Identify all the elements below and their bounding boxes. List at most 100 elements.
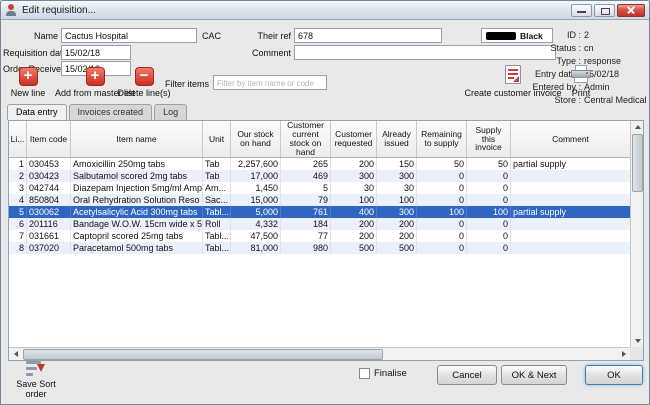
cell: 980 — [281, 242, 331, 254]
cell: Paracetamol 500mg tabs — [71, 242, 203, 254]
close-button[interactable] — [617, 4, 645, 17]
table-header-row: Li...Item codeItem nameUnitOur stock on … — [9, 121, 630, 158]
column-header-item-name[interactable]: Item name — [71, 121, 203, 157]
requisition-date-label: Requisition date — [3, 48, 58, 58]
cancel-button[interactable]: Cancel — [437, 365, 497, 385]
new-line-label: New line — [5, 88, 51, 98]
cell: 200 — [377, 218, 417, 230]
vertical-scroll-thumb[interactable] — [632, 134, 643, 192]
print-button[interactable]: Print — [561, 65, 601, 98]
column-header-already-issued[interactable]: Already issued — [377, 121, 417, 157]
table-row[interactable]: 7031661Captopril scored 25mg tabsTabl...… — [9, 230, 630, 242]
cell: 200 — [331, 158, 377, 170]
cell: 031661 — [27, 230, 71, 242]
cell: Acetylsalicylic Acid 300mg tabs — [71, 206, 203, 218]
their-ref-label: Their ref — [236, 31, 291, 41]
scroll-right-arrow[interactable] — [617, 348, 630, 360]
ok-next-button[interactable]: OK & Next — [501, 365, 567, 385]
cell: 037020 — [27, 242, 71, 254]
filter-items-input[interactable] — [213, 75, 327, 90]
table-row[interactable]: 5030062Acetylsalicylic Acid 300mg tabsTa… — [9, 206, 630, 218]
tab-log[interactable]: Log — [154, 104, 187, 120]
table-row[interactable]: 1030453Amoxicillin 250mg tabsTab2,257,60… — [9, 158, 630, 170]
column-header-comment[interactable]: Comment — [511, 121, 630, 157]
requisition-date-input[interactable] — [61, 45, 131, 60]
cell — [511, 242, 630, 254]
cell: 1 — [9, 158, 27, 170]
column-header-li[interactable]: Li... — [9, 121, 27, 157]
title-bar[interactable]: Edit requisition... — [1, 1, 649, 20]
sort-icon — [26, 361, 46, 377]
cell: 8 — [9, 242, 27, 254]
table-row[interactable]: 8037020Paracetamol 500mg tabsTabl...81,0… — [9, 242, 630, 254]
create-customer-invoice-label: Create customer invoice — [461, 88, 565, 98]
tab-data-entry[interactable]: Data entry — [7, 104, 67, 120]
cell: 5,000 — [231, 206, 281, 218]
create-customer-invoice-button[interactable]: Create customer invoice — [461, 65, 565, 98]
scroll-up-arrow[interactable] — [631, 121, 644, 133]
cell: partial supply — [511, 158, 630, 170]
minimize-button[interactable] — [571, 4, 592, 17]
column-header-customer-requested[interactable]: Customer requested — [331, 121, 377, 157]
comment-input[interactable] — [294, 45, 556, 60]
ok-button[interactable]: OK — [585, 365, 643, 385]
their-ref-input[interactable] — [294, 28, 442, 43]
colour-swatch — [486, 32, 516, 40]
table-row[interactable]: 4850804Oral Rehydration Solution Reso Ma… — [9, 194, 630, 206]
finalise-checkbox-row: Finalise — [359, 368, 407, 379]
column-header-supply-this-invoice[interactable]: Supply this invoice — [467, 121, 511, 157]
cell: Tabl... — [203, 242, 231, 254]
table-body: 1030453Amoxicillin 250mg tabsTab2,257,60… — [9, 158, 630, 347]
cell: 47,500 — [231, 230, 281, 242]
cell: Roll — [203, 218, 231, 230]
column-header-customer-current-stock-on-hand[interactable]: Customer current stock on hand — [281, 121, 331, 157]
name-input[interactable] — [61, 28, 197, 43]
tab-invoices-created[interactable]: Invoices created — [69, 104, 153, 120]
save-sort-order-label: Save Sort order — [5, 379, 67, 399]
horizontal-scroll-thumb[interactable] — [23, 349, 383, 360]
cell: 200 — [331, 230, 377, 242]
finalise-checkbox[interactable] — [359, 368, 370, 379]
column-header-our-stock-on-hand[interactable]: Our stock on hand — [231, 121, 281, 157]
scroll-left-arrow[interactable] — [9, 348, 22, 360]
table-row[interactable]: 2030423Salbutamol scored 2mg tabsTab17,0… — [9, 170, 630, 182]
cell: 400 — [331, 206, 377, 218]
cell: Bandage W.O.W. 15cm wide x 5m roll — [71, 218, 203, 230]
column-header-item-code[interactable]: Item code — [27, 121, 71, 157]
table-row[interactable]: 6201116Bandage W.O.W. 15cm wide x 5m rol… — [9, 218, 630, 230]
name-label: Name — [3, 31, 58, 41]
cell: 100 — [467, 206, 511, 218]
cell: 300 — [377, 206, 417, 218]
scrollbar-corner — [630, 347, 643, 360]
comment-label: Comment — [236, 48, 291, 58]
column-header-unit[interactable]: Unit — [203, 121, 231, 157]
cell — [511, 230, 630, 242]
cell: partial supply — [511, 206, 630, 218]
cell: 81,000 — [231, 242, 281, 254]
save-sort-order-button[interactable]: Save Sort order — [5, 361, 67, 399]
cell: 500 — [331, 242, 377, 254]
cell: 30 — [331, 182, 377, 194]
printer-icon — [571, 65, 591, 84]
horizontal-scrollbar[interactable] — [9, 347, 630, 360]
window-title: Edit requisition... — [22, 5, 96, 16]
new-line-button[interactable]: + New line — [5, 67, 51, 98]
table-row[interactable]: 3042744Diazepam Injection 5mg/ml Amp/2ml… — [9, 182, 630, 194]
filter-items-label: Filter items — [161, 79, 209, 89]
column-header-remaining-to-supply[interactable]: Remaining to supply — [417, 121, 467, 157]
scroll-down-arrow[interactable] — [631, 335, 644, 347]
cell: 7 — [9, 230, 27, 242]
vertical-scrollbar[interactable] — [630, 121, 643, 347]
cell: 77 — [281, 230, 331, 242]
cell: 0 — [467, 170, 511, 182]
maximize-button[interactable] — [594, 4, 615, 17]
cell — [511, 218, 630, 230]
cell: 0 — [417, 230, 467, 242]
cell: 0 — [417, 218, 467, 230]
cell: 6 — [9, 218, 27, 230]
cell: 50 — [417, 158, 467, 170]
cell: 0 — [417, 194, 467, 206]
cell — [511, 194, 630, 206]
maximize-icon — [601, 8, 610, 15]
cell: 2 — [9, 170, 27, 182]
